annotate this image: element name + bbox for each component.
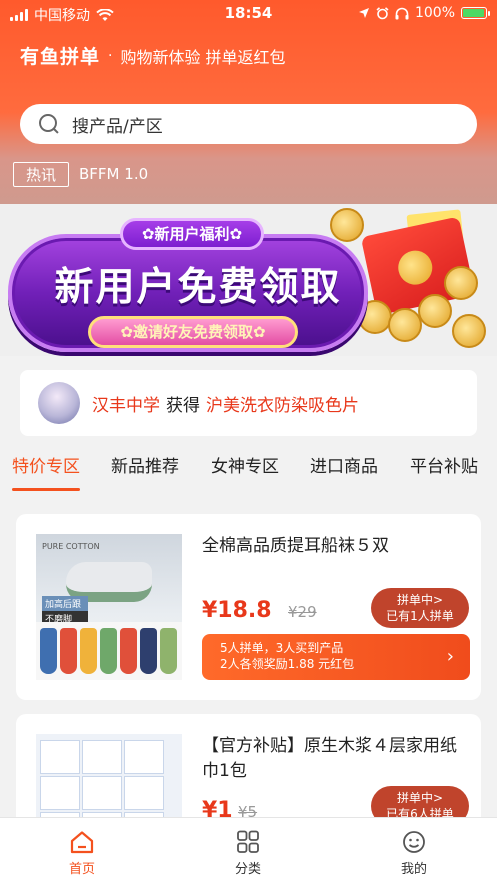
nav-home[interactable]: 首页	[32, 818, 132, 877]
chevron-right-icon: ›	[446, 646, 454, 667]
category-tabs: 特价专区 新品推荐 女神专区 进口商品 平台补贴	[0, 452, 497, 496]
status-bar: 中国移动 18:54 100%	[0, 0, 497, 28]
nav-category-label: 分类	[234, 862, 261, 877]
coin-graphic	[444, 266, 478, 300]
alarm-icon	[376, 6, 389, 19]
nav-category[interactable]: 分类	[198, 818, 298, 877]
coin-graphic	[452, 314, 486, 348]
nav-home-label: 首页	[68, 862, 95, 877]
battery-icon	[461, 7, 490, 19]
brand-separator: ·	[108, 47, 113, 64]
battery-percent: 100%	[414, 5, 455, 21]
group-count: 已有1人拼单	[386, 609, 454, 623]
banner-title: 新用户免费领取	[54, 265, 342, 310]
image-brand-text: PURE COTTON	[42, 542, 100, 551]
banner-top-pill: ✿新用户福利✿	[120, 218, 264, 250]
news-text[interactable]: BFFM 1.0	[79, 165, 148, 183]
banner-invite-pill[interactable]: ✿邀请好友免费领取✿	[88, 316, 298, 348]
product-card[interactable]: PURE COTTON 加高后跟 不磨脚 全棉高品质提耳船袜５双 ¥18.8 ¥…	[16, 514, 481, 700]
avatar	[38, 382, 80, 424]
headphones-icon	[395, 7, 409, 19]
reward-bar[interactable]: 5人拼单，3人买到产品 2人各领奖励1.88 元红包 ›	[202, 634, 470, 680]
socks-row-graphic	[36, 622, 182, 680]
tab-subsidy[interactable]: 平台补贴	[398, 452, 490, 477]
slogan: 购物新体验 拼单返红包	[120, 47, 286, 67]
coin-graphic	[330, 208, 364, 242]
location-icon	[358, 8, 369, 18]
reward-line-1: 5人拼单，3人买到产品	[220, 641, 344, 655]
brand-name: 有鱼拼单	[20, 46, 101, 68]
search-input[interactable]: 搜产品/产区	[72, 112, 163, 137]
grid-icon	[237, 830, 259, 853]
group-status: 拼单中>	[396, 593, 444, 607]
tab-special-offers[interactable]: 特价专区	[0, 452, 92, 491]
face-icon	[403, 831, 425, 853]
group-status: 拼单中>	[396, 791, 444, 805]
header: 中国移动 18:54 100% 有鱼拼单 · 购物新体验 拼单返红包 搜产品/产…	[0, 0, 497, 204]
news-ticker[interactable]: 热讯 BFFM 1.0	[0, 154, 497, 194]
product-title[interactable]: 【官方补贴】原生木浆４层家用纸巾1包	[202, 734, 464, 784]
home-icon	[70, 831, 94, 854]
product-image[interactable]: PURE COTTON 加高后跟 不磨脚	[36, 534, 182, 680]
product-price: ¥18.8	[202, 598, 272, 623]
winner-text: 汉丰中学 获得 沪美洗衣防染吸色片	[92, 391, 359, 416]
coin-graphic	[418, 294, 452, 328]
winner-ticker[interactable]: 汉丰中学 获得 沪美洗衣防染吸色片	[20, 370, 477, 436]
image-tag-heel: 加高后跟	[42, 596, 88, 611]
tab-goddess[interactable]: 女神专区	[199, 452, 291, 477]
nav-profile-label: 我的	[400, 862, 427, 877]
tab-new-arrivals[interactable]: 新品推荐	[99, 452, 191, 477]
bottom-nav: 首页 分类 我的	[0, 817, 497, 883]
status-right: 100%	[358, 5, 490, 21]
news-tag: 热讯	[13, 161, 70, 187]
reward-line-2: 2人各领奖励1.88 元红包	[220, 657, 355, 671]
winner-item: 沪美洗衣防染吸色片	[206, 395, 359, 416]
search-bar[interactable]: 搜产品/产区	[20, 104, 477, 144]
coin-graphic	[388, 308, 422, 342]
winner-user: 汉丰中学	[92, 395, 160, 416]
product-title[interactable]: 全棉高品质提耳船袜５双	[202, 534, 464, 559]
original-price: ¥29	[288, 603, 317, 621]
nav-profile[interactable]: 我的	[364, 818, 464, 877]
group-buy-button[interactable]: 拼单中> 已有1人拼单	[371, 588, 469, 628]
winner-action: 获得	[166, 395, 200, 416]
brand-row: 有鱼拼单 · 购物新体验 拼单返红包	[20, 42, 286, 69]
tab-imported[interactable]: 进口商品	[298, 452, 390, 477]
search-icon	[38, 113, 60, 135]
promo-banner[interactable]: ✿新用户福利✿ 新用户免费领取 ✿邀请好友免费领取✿	[0, 204, 497, 356]
